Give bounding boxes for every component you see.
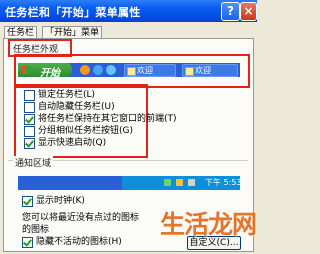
option-label: 显示快速启动(Q) bbox=[38, 138, 107, 148]
group-buttons-checkbox[interactable] bbox=[24, 126, 35, 137]
lock-taskbar-checkbox[interactable] bbox=[24, 90, 35, 101]
option-label: 分组相似任务栏按钮(G) bbox=[38, 126, 133, 136]
notification-group-label: 通知区域 bbox=[13, 156, 54, 169]
auto-hide-checkbox[interactable] bbox=[24, 102, 35, 113]
show-clock-checkbox[interactable] bbox=[22, 196, 33, 207]
notification-description-cont: 的图标 bbox=[22, 225, 50, 235]
task-button-label: 欢迎 bbox=[195, 66, 211, 75]
clock-text: 下午 5:53 bbox=[205, 178, 240, 187]
windows-flag-icon bbox=[22, 66, 30, 74]
folder-icon bbox=[185, 67, 194, 76]
close-button[interactable]: × bbox=[240, 2, 257, 21]
network-icon bbox=[164, 179, 171, 186]
start-button-preview: 开始 bbox=[18, 63, 72, 77]
notification-tray: 下午 5:53 bbox=[122, 176, 240, 190]
tray-preview: 下午 5:53 bbox=[18, 176, 240, 190]
task-button-label: 欢迎 bbox=[137, 66, 153, 75]
volume-icon bbox=[176, 179, 183, 186]
quick-launch-checkbox[interactable] bbox=[24, 138, 35, 149]
task-button-1: 欢迎 bbox=[124, 64, 176, 77]
option-label: 锁定任务栏(L) bbox=[38, 90, 96, 100]
taskbar-preview: 开始 欢迎 欢迎 bbox=[18, 63, 240, 77]
quick-launch-desktop-icon bbox=[106, 65, 116, 75]
option-label: 将任务栏保持在其它窗口的前端(T) bbox=[38, 114, 177, 124]
hide-inactive-checkbox[interactable] bbox=[22, 237, 33, 248]
security-icon bbox=[188, 179, 195, 186]
quick-launch-media-icon bbox=[80, 65, 90, 75]
keep-on-top-checkbox[interactable] bbox=[24, 114, 35, 125]
folder-icon bbox=[127, 67, 136, 76]
task-button-2: 欢迎 bbox=[182, 64, 238, 77]
option-label: 隐藏不活动的图标(H) bbox=[36, 237, 122, 247]
window-title: 任务栏和「开始」菜单属性 bbox=[5, 6, 141, 19]
quick-launch-ie-icon bbox=[93, 65, 103, 75]
properties-dialog: 任务栏和「开始」菜单属性 ? × 任务栏 「开始」菜单 任务栏外观 开始 欢迎 … bbox=[0, 0, 257, 254]
option-label: 自动隐藏任务栏(U) bbox=[38, 102, 115, 112]
start-label: 开始 bbox=[40, 68, 60, 77]
help-button[interactable]: ? bbox=[221, 2, 240, 21]
title-bar[interactable]: 任务栏和「开始」菜单属性 ? × bbox=[0, 0, 257, 22]
option-label: 显示时钟(K) bbox=[36, 196, 85, 206]
watermark-logo: 生活龙网 bbox=[160, 210, 257, 239]
